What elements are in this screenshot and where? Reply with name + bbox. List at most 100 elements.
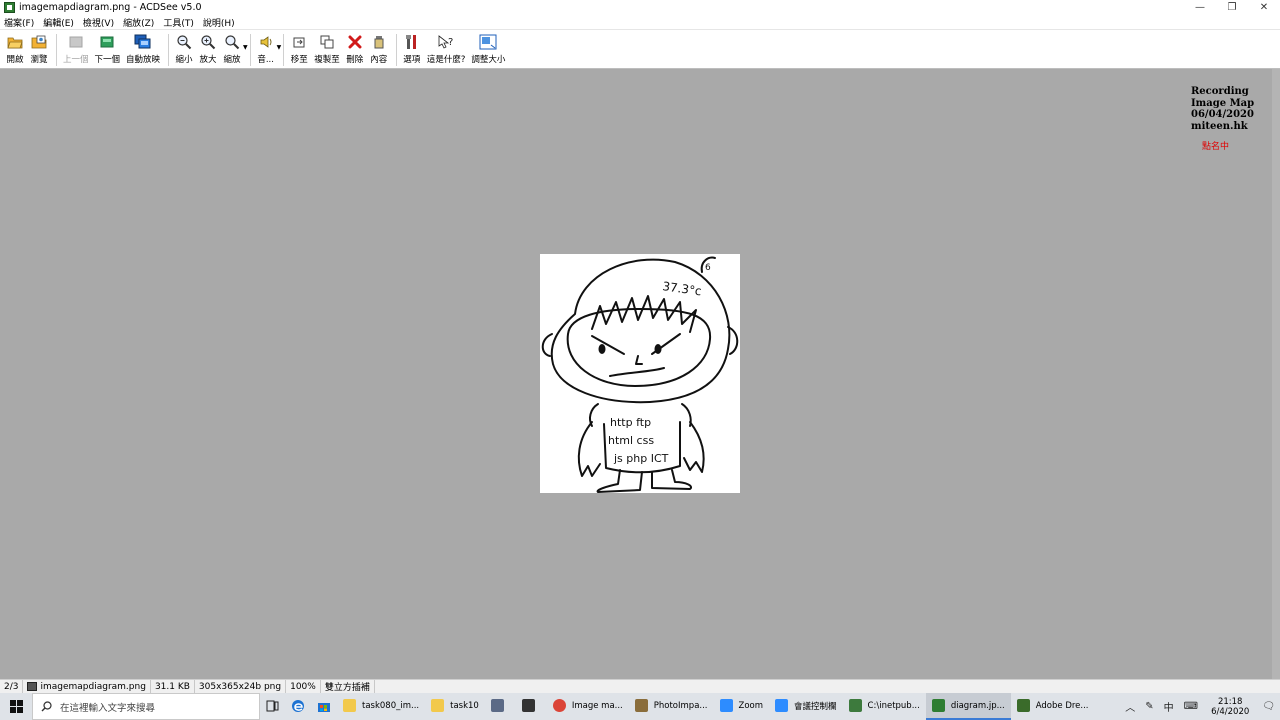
- taskbar-app-label: C:\inetpub...: [867, 700, 920, 711]
- image-viewer[interactable]: 37.3°c 6 http ftp html css js php ICT Re…: [0, 69, 1280, 679]
- status-size: 31.1 KB: [151, 680, 195, 693]
- temperature-text: 37.3°c: [662, 279, 703, 298]
- taskbar-app-3[interactable]: [516, 693, 547, 720]
- sound-button[interactable]: 音...: [257, 34, 275, 65]
- edge-icon: [292, 699, 304, 712]
- zoom-out-button[interactable]: 縮小: [175, 34, 193, 65]
- tools-options-icon: [403, 34, 421, 50]
- slideshow-button[interactable]: 自動放映: [126, 34, 160, 65]
- status-filename: imagemapdiagram.png: [40, 681, 146, 692]
- prev-label: 上一個: [63, 55, 89, 65]
- whats-this-label: 這是什麼?: [426, 55, 466, 65]
- folder-icon: [431, 699, 445, 712]
- store-icon: [318, 702, 330, 712]
- toolbar-separator: [56, 34, 57, 66]
- ime-indicator[interactable]: 中: [1164, 699, 1174, 714]
- start-button[interactable]: [0, 693, 32, 720]
- pen-icon[interactable]: ✎: [1145, 701, 1153, 712]
- shirt-text-line3: js php ICT: [613, 452, 669, 465]
- zoom-button[interactable]: 縮放: [223, 34, 241, 65]
- close-button[interactable]: ✕: [1248, 0, 1280, 15]
- menu-bar: 檔案(F) 編輯(E) 檢視(V) 縮放(Z) 工具(T) 說明(H): [0, 15, 1280, 29]
- zoom-label: 縮放: [223, 55, 241, 65]
- zoom-meeting-icon: [775, 699, 789, 712]
- delete-button[interactable]: 刪除: [346, 34, 364, 65]
- chevron-up-icon[interactable]: ︿: [1125, 699, 1135, 714]
- sound-dropdown-arrow-icon[interactable]: ▼: [277, 44, 282, 51]
- resize-button[interactable]: 調整大小: [471, 34, 505, 65]
- whats-this-button[interactable]: ? 這是什麼?: [426, 34, 466, 65]
- prev-image-icon: [67, 34, 85, 50]
- taskbar-app-10[interactable]: Adobe Dre...: [1011, 693, 1095, 720]
- resize-label: 調整大小: [471, 55, 506, 65]
- task-view-button[interactable]: [260, 693, 285, 720]
- watermark-line4: miteen.hk: [1191, 120, 1248, 132]
- chrome-icon: [552, 699, 566, 712]
- taskbar-app-2[interactable]: [485, 693, 516, 720]
- move-to-icon: [290, 34, 308, 50]
- boy-drawing: 37.3°c 6 http ftp html css js php ICT: [541, 256, 739, 493]
- taskbar-app-7[interactable]: 會議控制欄: [769, 693, 843, 720]
- browse-button[interactable]: 瀏覽: [30, 34, 48, 65]
- taskbar-app-label: PhotoImpa...: [653, 700, 708, 711]
- open-button[interactable]: 開啟: [6, 34, 24, 65]
- properties-button[interactable]: 內容: [370, 34, 388, 65]
- menu-view[interactable]: 檢視(V): [83, 16, 114, 29]
- taskbar-app-8[interactable]: C:\inetpub...: [843, 693, 926, 720]
- menu-zoom[interactable]: 縮放(Z): [123, 16, 154, 29]
- delete-x-icon: [346, 34, 364, 50]
- copy-to-button[interactable]: 複製至: [314, 34, 340, 65]
- next-image-icon: [98, 34, 116, 50]
- search-icon: [41, 701, 52, 712]
- acdsee-icon: [931, 699, 945, 712]
- next-button[interactable]: 下一個: [95, 34, 120, 65]
- options-button[interactable]: 選項: [403, 34, 421, 65]
- menu-help[interactable]: 說明(H): [203, 16, 235, 29]
- delete-label: 刪除: [346, 55, 364, 65]
- status-mode: 雙立方插補: [321, 680, 375, 693]
- shirt-text-line2: html css: [608, 434, 654, 447]
- prev-button[interactable]: 上一個: [63, 34, 89, 65]
- displayed-image[interactable]: 37.3°c 6 http ftp html css js php ICT: [540, 254, 740, 493]
- speaker-icon: [257, 34, 275, 50]
- recording-watermark: Recording Image Map 06/04/2020 miteen.hk: [1191, 86, 1254, 132]
- store-button[interactable]: [311, 693, 337, 720]
- menu-tools[interactable]: 工具(T): [163, 16, 194, 29]
- taskbar-app-1[interactable]: task10: [425, 693, 485, 720]
- watermark-line2: Image Map: [1191, 97, 1255, 109]
- restore-button[interactable]: ❐: [1216, 0, 1248, 15]
- slideshow-icon: [134, 34, 152, 50]
- taskbar-app-6[interactable]: Zoom: [714, 693, 770, 720]
- zoom-app-icon: [719, 699, 733, 712]
- taskbar-app-label: Adobe Dre...: [1035, 700, 1089, 711]
- status-bar: 2/3 imagemapdiagram.png 31.1 KB 305x365x…: [0, 679, 1280, 693]
- watermark-line3: 06/04/2020: [1191, 109, 1254, 120]
- taskbar-app-9[interactable]: diagram.jp...: [925, 693, 1011, 720]
- browse-icon: [30, 34, 48, 50]
- move-to-button[interactable]: 移至: [290, 34, 308, 65]
- status-zoom: 100%: [286, 680, 321, 693]
- zoom-in-button[interactable]: 放大: [199, 34, 217, 65]
- taskbar-app-label: task10: [450, 700, 479, 711]
- network-tool-icon: [490, 699, 504, 712]
- taskbar-search-box[interactable]: 在這裡輸入文字來搜尋: [32, 693, 260, 720]
- menu-edit[interactable]: 編輯(E): [43, 16, 74, 29]
- status-index: 2/3: [0, 680, 24, 693]
- taskbar-app-4[interactable]: Image ma...: [547, 693, 629, 720]
- notification-icon[interactable]: 🗨: [1262, 701, 1275, 712]
- taskbar-app-label: Image ma...: [571, 700, 623, 711]
- properties-icon: [370, 34, 388, 50]
- taskbar-app-0[interactable]: task080_im...: [337, 693, 425, 720]
- clock[interactable]: 21:18 6/4/2020: [1211, 697, 1249, 717]
- zoom-dropdown-arrow-icon[interactable]: ▼: [243, 44, 248, 51]
- minimize-button[interactable]: —: [1184, 0, 1216, 15]
- clock-time: 21:18: [1217, 696, 1243, 707]
- menu-file[interactable]: 檔案(F): [4, 16, 34, 29]
- taskbar-app-5[interactable]: PhotoImpa...: [629, 693, 714, 720]
- edge-button[interactable]: [285, 693, 311, 720]
- folder-open-icon: [6, 34, 24, 50]
- file-icon: [27, 682, 38, 691]
- keyboard-icon[interactable]: ⌨: [1184, 701, 1198, 712]
- copy-to-label: 複製至: [314, 55, 340, 65]
- taskbar-app-label: task080_im...: [362, 700, 420, 711]
